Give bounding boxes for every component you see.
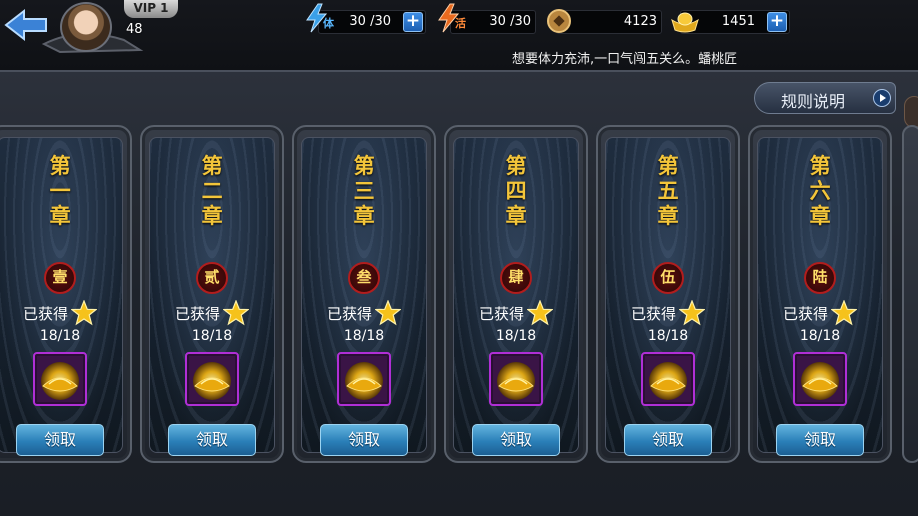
obtained-label: 已获得 [630, 305, 676, 323]
chapter-seal: 叁 [348, 262, 380, 294]
obtained-status: 已获得 [454, 299, 578, 326]
claim-button[interactable]: 领取 [16, 424, 104, 456]
obtained-status: 已获得 [758, 299, 882, 326]
star-icon [831, 299, 857, 325]
gold-ingot-icon [670, 8, 700, 34]
chapter-card: 第五章伍已获得 18/18 领取 [596, 125, 740, 463]
star-icon [679, 299, 705, 325]
chapter-seal: 贰 [196, 262, 228, 294]
gold-value: 1451 [721, 14, 755, 29]
obtained-label: 已获得 [782, 305, 828, 323]
chapter-seal: 肆 [500, 262, 532, 294]
gold-lotus-reward-icon [189, 356, 235, 402]
obtained-status: 已获得 [606, 299, 730, 326]
star-icon [71, 299, 97, 325]
star-icon [375, 299, 401, 325]
star-count: 18/18 [191, 328, 233, 344]
claim-button[interactable]: 领取 [776, 424, 864, 456]
star-count: 18/18 [39, 328, 81, 344]
player-level: 48 [126, 22, 143, 37]
reward-item[interactable] [641, 352, 695, 406]
claim-button[interactable]: 领取 [624, 424, 712, 456]
card-background: 第五章伍已获得 18/18 领取 [605, 137, 731, 456]
gold-lotus-reward-icon [797, 356, 843, 402]
obtained-status: 已获得 [302, 299, 426, 326]
stamina-lightning-icon: 体 [302, 3, 334, 33]
star-icon [527, 299, 553, 325]
chapter-card: 第二章贰已获得 18/18 领取 [140, 125, 284, 463]
chapter-seal: 陆 [804, 262, 836, 294]
reward-item[interactable] [793, 352, 847, 406]
side-tab-handle[interactable] [904, 96, 918, 128]
copper-value: 4123 [623, 14, 657, 29]
activity-lightning-icon: 活 [434, 3, 466, 33]
chapter-card: 第一章壹已获得 18/18 领取 [0, 125, 132, 463]
obtained-status: 已获得 [0, 299, 122, 326]
claim-button[interactable]: 领取 [320, 424, 408, 456]
gold-lotus-reward-icon [341, 356, 387, 402]
card-background: 第四章肆已获得 18/18 领取 [453, 137, 579, 456]
claim-button[interactable]: 领取 [472, 424, 560, 456]
notice-marquee: 想要体力充沛,一口气闯五关么。蟠桃匠 [512, 52, 738, 67]
card-background: 第三章叁已获得 18/18 领取 [301, 137, 427, 456]
chapter-seal: 壹 [44, 262, 76, 294]
top-bar: VIP 1 48 30 /30 + 体 30 /30 活 4123 1451 +… [0, 0, 918, 70]
reward-item[interactable] [337, 352, 391, 406]
star-count: 18/18 [343, 328, 385, 344]
card-background: 第二章贰已获得 18/18 领取 [149, 137, 275, 456]
activity-char: 活 [455, 17, 466, 30]
obtained-status: 已获得 [150, 299, 274, 326]
obtained-label: 已获得 [22, 305, 68, 323]
obtained-label: 已获得 [174, 305, 220, 323]
stamina-char: 体 [323, 17, 334, 30]
star-icon [223, 299, 249, 325]
claim-button[interactable]: 领取 [168, 424, 256, 456]
next-card-edge [902, 125, 918, 463]
chapter-title: 第四章 [505, 154, 527, 228]
chapter-card: 第三章叁已获得 18/18 领取 [292, 125, 436, 463]
activity-value: 30 /30 [489, 14, 531, 29]
star-count: 18/18 [799, 328, 841, 344]
chapter-card: 第六章陆已获得 18/18 领取 [748, 125, 892, 463]
chapter-title: 第一章 [49, 154, 71, 228]
rules-button-label: 规则说明 [781, 92, 846, 111]
chapter-card: 第四章肆已获得 18/18 领取 [444, 125, 588, 463]
chapter-title: 第二章 [201, 154, 223, 228]
gold-lotus-reward-icon [493, 356, 539, 402]
gold-lotus-reward-icon [37, 356, 83, 402]
chapter-title: 第三章 [353, 154, 375, 228]
reward-item[interactable] [33, 352, 87, 406]
obtained-label: 已获得 [326, 305, 372, 323]
stamina-bar: 30 /30 + [318, 10, 426, 34]
star-count: 18/18 [495, 328, 537, 344]
card-background: 第六章陆已获得 18/18 领取 [757, 137, 883, 456]
copper-coin-icon [546, 8, 572, 34]
stamina-value: 30 /30 [349, 14, 391, 29]
stamina-add-button[interactable]: + [403, 12, 423, 32]
vip-badge[interactable]: VIP 1 [124, 0, 178, 18]
gold-add-button[interactable]: + [767, 12, 787, 32]
player-avatar[interactable] [60, 2, 112, 52]
play-arrow-icon [873, 89, 891, 107]
chapter-title: 第六章 [809, 154, 831, 228]
chapter-title: 第五章 [657, 154, 679, 228]
star-count: 18/18 [647, 328, 689, 344]
obtained-label: 已获得 [478, 305, 524, 323]
rules-button[interactable]: 规则说明 [754, 82, 896, 114]
card-background: 第一章壹已获得 18/18 领取 [0, 137, 123, 456]
gold-lotus-reward-icon [645, 356, 691, 402]
reward-item[interactable] [489, 352, 543, 406]
chapter-seal: 伍 [652, 262, 684, 294]
reward-item[interactable] [185, 352, 239, 406]
